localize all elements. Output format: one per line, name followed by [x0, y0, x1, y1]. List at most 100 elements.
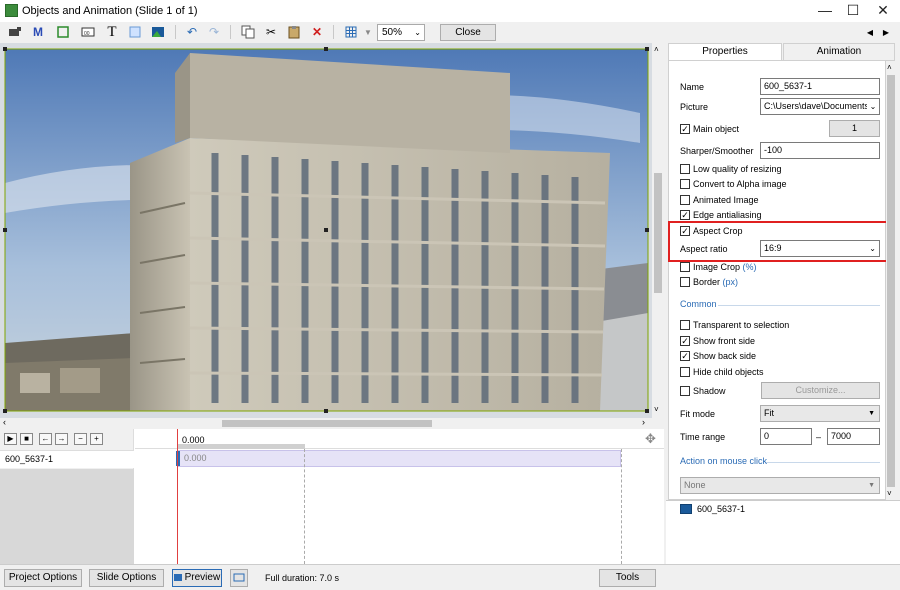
playhead[interactable] [177, 429, 178, 564]
copy-icon[interactable] [240, 24, 256, 40]
properties-scrollbar[interactable]: ˄ ˅ [886, 63, 896, 499]
section-divider [718, 305, 880, 306]
timeline-controls: ▶ ■ ← → − + 600_5637-1 [0, 429, 134, 564]
close-window-button[interactable]: ✕ [868, 0, 898, 22]
low-quality-checkbox[interactable] [680, 164, 690, 174]
grid-icon[interactable] [343, 24, 359, 40]
project-options-button[interactable]: Project Options [4, 569, 82, 587]
undo-icon[interactable]: ↶ [184, 24, 200, 40]
move-icon[interactable]: ✥ [645, 431, 656, 447]
slide-canvas[interactable] [0, 43, 652, 418]
border-checkbox[interactable] [680, 277, 690, 287]
show-back-checkbox[interactable]: ✓ [680, 351, 690, 361]
aspect-ratio-value: 16:9 [764, 243, 782, 253]
transparent-label: Transparent to selection [693, 320, 790, 330]
main-object-number-button[interactable]: 1 [829, 120, 880, 137]
time-range-dash: – [816, 432, 822, 442]
customize-button[interactable]: Customize... [761, 382, 880, 399]
animated-image-checkbox[interactable] [680, 195, 690, 205]
plus-icon[interactable]: + [90, 433, 103, 445]
counter-icon[interactable]: 00 [80, 24, 96, 40]
picture-value: C:\Users\dave\Documents\Ir [764, 101, 878, 111]
close-button[interactable]: Close [440, 24, 496, 41]
tab-properties[interactable]: Properties [668, 43, 782, 61]
border-label: Border (px) [693, 277, 739, 287]
fit-mode-label: Fit mode [680, 409, 716, 419]
canvas-vertical-scrollbar[interactable]: ˄ ˅ [652, 43, 664, 418]
triangle-down-icon: ▼ [868, 410, 875, 417]
time-start-input[interactable]: 0 [760, 428, 812, 445]
redo-icon[interactable]: ↷ [206, 24, 222, 40]
scroll-up-icon[interactable]: ˄ [887, 63, 892, 72]
arrow-right-icon[interactable]: → [55, 433, 68, 445]
maximize-button[interactable]: ☐ [838, 0, 868, 22]
horizontal-scroll-thumb[interactable] [222, 420, 432, 427]
track-list-empty [0, 469, 134, 564]
preview-icon [173, 573, 182, 581]
vertical-scroll-thumb[interactable] [654, 173, 662, 293]
delete-icon[interactable]: ✕ [309, 24, 325, 40]
screen-icon[interactable] [230, 569, 248, 587]
toolbar-separator [333, 25, 334, 39]
time-ruler[interactable]: 0.000 ✥ [135, 429, 664, 449]
m-text-icon[interactable]: M [30, 24, 46, 40]
grid-dropdown-icon[interactable]: ▼ [360, 24, 376, 40]
stop-icon[interactable]: ■ [20, 433, 33, 445]
image-icon[interactable] [150, 24, 166, 40]
preview-button[interactable]: Preview [172, 569, 222, 587]
main-object-label: Main object [693, 124, 740, 134]
show-front-checkbox[interactable]: ✓ [680, 336, 690, 346]
hide-child-checkbox[interactable] [680, 367, 690, 377]
shadow-checkbox[interactable] [680, 386, 690, 396]
zoom-value: 50% [382, 27, 403, 38]
image-crop-unit[interactable]: (%) [743, 262, 757, 272]
frame-icon[interactable] [55, 24, 71, 40]
play-icon[interactable]: ▶ [4, 433, 17, 445]
building-photo[interactable] [0, 43, 652, 418]
nav-next-icon[interactable]: ▶ [878, 24, 894, 40]
time-end-input[interactable]: 7000 [827, 428, 880, 445]
edge-aa-checkbox[interactable]: ✓ [680, 210, 690, 220]
zoom-select[interactable]: 50% ⌄ [377, 24, 425, 41]
action-select[interactable]: None ▼ [680, 477, 880, 494]
picture-select[interactable]: C:\Users\dave\Documents\Ir ⌄ [760, 98, 880, 115]
scroll-down-icon[interactable]: ˅ [887, 489, 892, 498]
name-label: Name [680, 82, 705, 92]
scroll-up-icon[interactable]: ˄ [654, 45, 659, 54]
text-icon[interactable]: T [104, 24, 120, 40]
transparent-checkbox[interactable] [680, 320, 690, 330]
camera-icon[interactable] [7, 24, 23, 40]
toolbar-separator [230, 25, 231, 39]
aspect-ratio-select[interactable]: 16:9 ⌄ [760, 240, 880, 257]
cut-icon[interactable]: ✂ [263, 24, 279, 40]
main-object-checkbox[interactable]: ✓ [680, 124, 690, 134]
tab-animation[interactable]: Animation [783, 43, 895, 61]
aspect-crop-checkbox[interactable]: ✓ [680, 226, 690, 236]
fit-mode-select[interactable]: Fit ▼ [760, 405, 880, 422]
track-name: 600_5637-1 [5, 454, 54, 464]
nav-prev-icon[interactable]: ◀ [862, 24, 878, 40]
border-unit[interactable]: (px) [723, 277, 739, 287]
chevron-down-icon: ⌄ [867, 99, 879, 114]
minus-icon[interactable]: − [74, 433, 87, 445]
track-list-item[interactable]: 600_5637-1 [0, 450, 134, 468]
properties-scroll-thumb[interactable] [887, 75, 895, 487]
convert-alpha-checkbox[interactable] [680, 179, 690, 189]
sharper-input[interactable]: -100 [760, 142, 880, 159]
name-input[interactable]: 600_5637-1 [760, 78, 880, 95]
scroll-right-icon[interactable]: › [642, 417, 645, 427]
scroll-down-icon[interactable]: ˅ [654, 405, 659, 414]
object-list-item[interactable]: 600_5637-1 [666, 500, 900, 518]
window-title: Objects and Animation (Slide 1 of 1) [22, 5, 198, 17]
timeline-clip[interactable]: 0.000 [176, 450, 621, 467]
tools-button[interactable]: Tools [599, 569, 656, 587]
slide-options-button[interactable]: Slide Options [89, 569, 164, 587]
arrow-left-icon[interactable]: ← [39, 433, 52, 445]
rectangle-icon[interactable] [127, 24, 143, 40]
scroll-left-icon[interactable]: ‹ [3, 417, 6, 427]
paste-icon[interactable] [286, 24, 302, 40]
minimize-button[interactable]: — [810, 0, 840, 22]
toolbar-separator [175, 25, 176, 39]
image-crop-checkbox[interactable] [680, 262, 690, 272]
canvas-horizontal-scrollbar[interactable]: ‹ › [0, 417, 664, 429]
